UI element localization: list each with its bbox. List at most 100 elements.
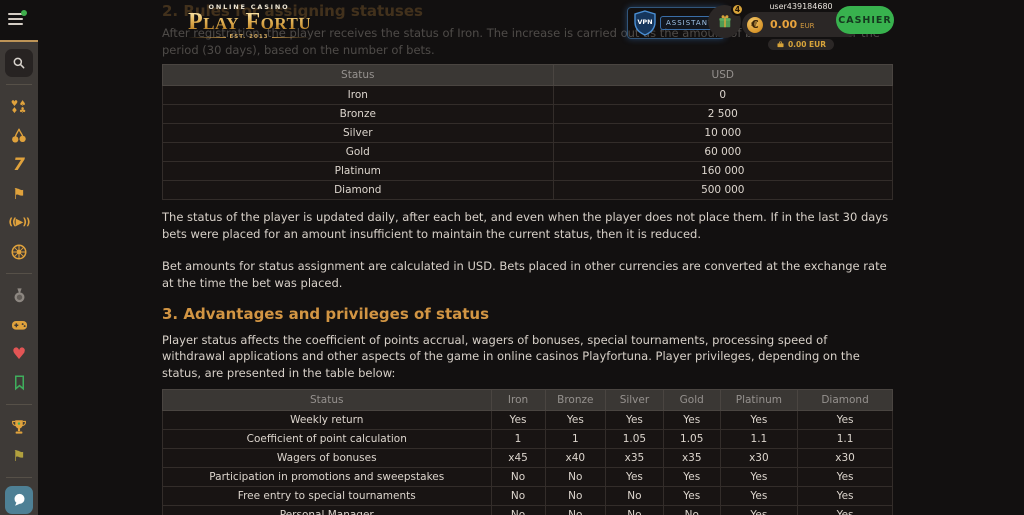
table-cell: No	[545, 467, 606, 486]
table-cell: Gold	[163, 143, 554, 162]
live-broadcast-icon: ((▶))	[9, 217, 30, 228]
bonus-medal-icon	[11, 287, 28, 304]
table-cell: Yes	[798, 505, 893, 515]
privileges-table: StatusIronBronzeSilverGoldPlatinumDiamon…	[162, 389, 893, 515]
sidebar-item-support[interactable]	[0, 485, 38, 514]
table-cell: Yes	[606, 467, 664, 486]
cherries-icon	[10, 127, 28, 145]
sidebar-item-races[interactable]: ⚑	[0, 441, 38, 470]
column-header: Platinum	[720, 389, 797, 410]
table-cell: 1.1	[720, 429, 797, 448]
column-header: Silver	[606, 389, 664, 410]
table-cell: Yes	[798, 486, 893, 505]
table-cell: x40	[545, 448, 606, 467]
table-cell: x30	[798, 448, 893, 467]
search-icon	[12, 56, 26, 70]
checkered-flag-icon: ⚑	[12, 185, 25, 203]
column-header: Bronze	[545, 389, 606, 410]
sidebar-item-jackpot[interactable]: 7	[0, 150, 38, 179]
table-row: Free entry to special tournamentsNoNoNoY…	[163, 486, 893, 505]
euro-coin-icon: €	[747, 17, 763, 33]
table-row: Iron0	[163, 86, 893, 105]
table-cell: 1.1	[798, 429, 893, 448]
table-cell: 1	[491, 429, 545, 448]
table-cell: Bronze	[163, 105, 554, 124]
table-cell: No	[606, 486, 664, 505]
bonus-balance-pill[interactable]: 0.00 EUR	[768, 39, 834, 50]
table-cell: Yes	[720, 486, 797, 505]
support-chat-button[interactable]	[5, 486, 33, 514]
table-row: Gold60 000	[163, 143, 893, 162]
table-cell: Yes	[720, 410, 797, 429]
table-cell: 0	[553, 86, 892, 105]
table-cell: Yes	[491, 410, 545, 429]
table-cell: No	[545, 505, 606, 515]
table-cell: No	[491, 505, 545, 515]
lucky-seven-icon: 7	[13, 155, 25, 175]
play-fortuna-app: 2. Rules for assigning statuses After re…	[0, 0, 1024, 515]
play-fortuna-logo[interactable]: ONLINE CASINO Play Fortuna EST. 2013	[188, 3, 310, 40]
table-cell: 500 000	[553, 181, 892, 200]
sidebar-item-slots[interactable]	[0, 121, 38, 150]
table-cell: Yes	[663, 486, 720, 505]
table-cell: Free entry to special tournaments	[163, 486, 492, 505]
sidebar-item-my-games[interactable]	[0, 310, 38, 339]
table-cell: No	[606, 505, 664, 515]
chat-bubble-icon	[12, 492, 27, 507]
heart-icon: ♥	[12, 344, 26, 363]
section-heading-advantages: 3. Advantages and privileges of status	[162, 305, 893, 323]
table-cell: Yes	[798, 467, 893, 486]
table-row: Coefficient of point calculation111.051.…	[163, 429, 893, 448]
search-button[interactable]	[5, 49, 33, 77]
column-header: USD	[553, 65, 892, 86]
table-row: Weekly returnYesYesYesYesYesYes	[163, 410, 893, 429]
table-cell: x30	[720, 448, 797, 467]
sidebar-item-leaderboard[interactable]	[0, 412, 38, 441]
sidebar-item-favorites[interactable]: ♥	[0, 339, 38, 368]
table-cell: 1.05	[663, 429, 720, 448]
sidebar-divider	[6, 404, 32, 405]
sidebar-divider	[6, 84, 32, 85]
table-cell: Coefficient of point calculation	[163, 429, 492, 448]
table-cell: No	[491, 467, 545, 486]
roulette-wheel-icon	[10, 243, 28, 261]
table-cell: 10 000	[553, 124, 892, 143]
table-cell: No	[491, 486, 545, 505]
main-content: StatusUSD Iron0Bronze2 500Silver10 000Go…	[162, 0, 893, 515]
sidebar-item-bonuses[interactable]	[0, 281, 38, 310]
logo-established: EST. 2013	[230, 34, 269, 40]
table-cell: x35	[606, 448, 664, 467]
sidebar-item-tournaments[interactable]: ⚑	[0, 179, 38, 208]
table-cell: Participation in promotions and sweepsta…	[163, 467, 492, 486]
sidebar-item-live-games[interactable]: ((▶))	[0, 208, 38, 237]
sidebar-divider	[6, 477, 32, 478]
online-status-dot	[21, 10, 27, 16]
table-cell: Personal Manager	[163, 505, 492, 515]
briefcase-icon	[776, 40, 785, 49]
table-cell: Yes	[798, 410, 893, 429]
cashier-button[interactable]: CASHIER	[836, 6, 894, 34]
table-row: Bronze2 500	[163, 105, 893, 124]
table-cell: x45	[491, 448, 545, 467]
table-cell: Weekly return	[163, 410, 492, 429]
table-cell: No	[545, 486, 606, 505]
svg-text:VPN: VPN	[637, 18, 652, 26]
sidebar-item-saved[interactable]	[0, 368, 38, 397]
menu-hamburger-button[interactable]	[8, 13, 23, 26]
table-row: Silver10 000	[163, 124, 893, 143]
table-row: Diamond500 000	[163, 181, 893, 200]
column-header: Gold	[663, 389, 720, 410]
paragraph-status-update: The status of the player is updated dail…	[162, 209, 893, 242]
bonus-balance-amount: 0.00 EUR	[788, 40, 826, 49]
sidebar-item-card-games[interactable]: ♥♠ ♦♣	[0, 92, 38, 121]
table-cell: Wagers of bonuses	[163, 448, 492, 467]
bonuses-gift-button[interactable]: 4	[708, 5, 741, 38]
paragraph-privileges-intro: Player status affects the coefficient of…	[162, 332, 893, 382]
sidebar-item-roulette[interactable]	[0, 237, 38, 266]
table-cell: Yes	[720, 467, 797, 486]
column-header: Iron	[491, 389, 545, 410]
table-cell: Platinum	[163, 162, 554, 181]
table-row: Wagers of bonusesx45x40x35x35x30x30	[163, 448, 893, 467]
card-suits-icon: ♥♠ ♦♣	[11, 100, 27, 114]
column-header: Status	[163, 65, 554, 86]
